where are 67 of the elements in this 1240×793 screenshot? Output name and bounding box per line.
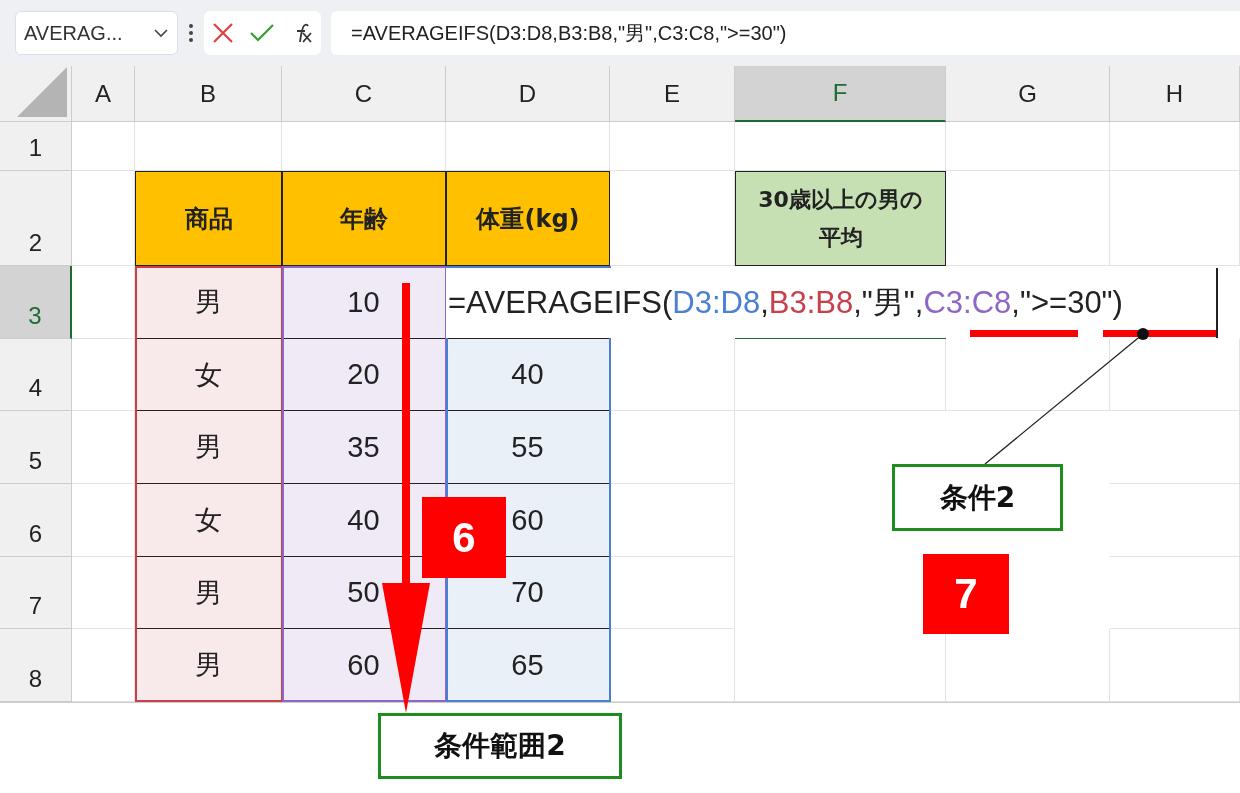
empty-cell[interactable] [946,122,1110,171]
table-cell: 35 [282,411,446,484]
row-header[interactable]: 4 [0,339,72,411]
row-header[interactable]: 8 [0,629,72,702]
table-cell: 女 [135,484,282,557]
callout-label: 条件範囲2 [378,713,622,779]
empty-cell[interactable] [1110,122,1240,171]
header-cell: 体重(kg) [446,171,610,266]
empty-cell[interactable] [72,629,135,702]
column-header[interactable]: F [735,66,946,122]
empty-cell[interactable] [1110,171,1240,266]
table-cell: 女 [135,339,282,411]
empty-cell[interactable] [610,122,735,171]
empty-cell[interactable] [946,339,1110,411]
header-cell: 商品 [135,171,282,266]
formula-field[interactable]: =AVERAGEIFS(D3:D8,B3:B8,"男",C3:C8,">=30") [331,11,1240,55]
empty-cell[interactable] [1110,629,1240,702]
row-header[interactable]: 7 [0,557,72,629]
empty-cell[interactable] [735,339,946,411]
empty-cell[interactable] [72,557,135,629]
formula-text: =AVERAGEIFS( [448,285,673,321]
table-cell: 10 [282,266,446,339]
row-header[interactable]: 5 [0,411,72,484]
more-options-icon[interactable] [188,23,194,43]
empty-cell[interactable] [72,484,135,557]
table-cell: 20 [282,339,446,411]
name-box[interactable]: AVERAG... [15,11,178,55]
empty-cell[interactable] [1110,411,1240,484]
cell-formula-editor[interactable]: =AVERAGEIFS(D3:D8,B3:B8,"男",C3:C8,">=30") [446,268,1218,338]
empty-cell[interactable] [72,411,135,484]
table-cell: 65 [446,629,610,702]
column-header[interactable]: A [72,66,135,122]
table-cell: 男 [135,266,282,339]
column-header[interactable]: H [1110,66,1240,122]
row-header[interactable]: 2 [0,171,72,266]
header-cell: 年齢 [282,171,446,266]
row-header[interactable]: 3 [0,266,72,339]
formula-text: C3:C8 [923,285,1012,321]
empty-cell[interactable] [1110,557,1240,629]
formula-text: , [760,285,769,321]
formula-text: B3:B8 [768,285,854,321]
step-number: 6 [422,497,506,578]
step-number: 7 [923,554,1009,634]
table-cell: 男 [135,629,282,702]
check-icon[interactable] [248,23,275,43]
empty-cell[interactable] [72,266,135,339]
table-cell: 男 [135,557,282,629]
row-header[interactable]: 6 [0,484,72,557]
chevron-down-icon [153,28,169,38]
column-header[interactable]: B [135,66,282,122]
row-header[interactable]: 1 [0,122,72,171]
formula-text: ,">=30") [1011,285,1123,321]
column-header[interactable]: C [282,66,446,122]
callout-label: 条件2 [892,464,1063,531]
formula-text: D3:D8 [672,285,761,321]
empty-cell[interactable] [72,339,135,411]
column-header[interactable]: E [610,66,735,122]
empty-cell[interactable] [1110,484,1240,557]
table-cell: 40 [446,339,610,411]
result-label-cell: 30歳以上の男の平均 [735,171,946,266]
empty-cell[interactable] [1110,339,1240,411]
column-header[interactable]: G [946,66,1110,122]
column-header[interactable]: D [446,66,610,122]
table-cell: 男 [135,411,282,484]
table-cell: 55 [446,411,610,484]
close-icon[interactable] [211,22,234,44]
formula-text: ,"男", [853,284,924,322]
